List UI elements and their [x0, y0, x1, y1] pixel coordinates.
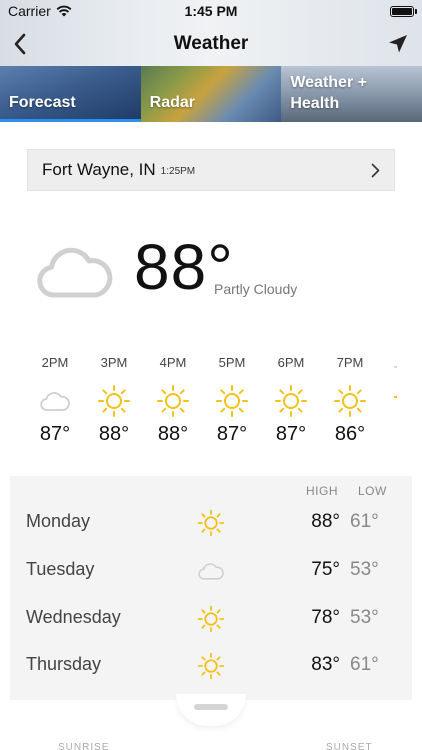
day-high-temp: 83°	[311, 654, 340, 675]
back-button[interactable]	[6, 30, 34, 58]
drag-handle-icon	[194, 704, 228, 710]
location-arrow-icon	[389, 35, 407, 53]
day-low-temp: 61°	[350, 511, 379, 532]
cloud-icon	[196, 556, 226, 586]
hour-temp: 86°	[334, 423, 366, 445]
expand-handle[interactable]	[176, 694, 246, 726]
hour-temp: 87°	[275, 423, 307, 445]
current-condition: Partly Cloudy	[214, 281, 298, 297]
sun-icon	[196, 604, 226, 634]
hour-item: 7PM 86°	[325, 355, 375, 446]
low-column-header: LOW	[358, 484, 387, 498]
hour-time: 6PM	[277, 355, 305, 370]
tab-weather-health-label: Weather + Health	[290, 74, 367, 112]
cloud-icon	[37, 244, 113, 305]
day-high-temp: 75°	[311, 559, 340, 580]
status-bar: Carrier 1:45 PM	[0, 0, 422, 22]
tab-radar-label: Radar	[149, 94, 196, 111]
location-updated-time: 1:25PM	[160, 166, 196, 177]
daily-row[interactable]: Thursday 83° 61°	[10, 642, 412, 690]
hour-item: 3PM 88°	[89, 355, 139, 446]
hour-time: 7PM	[336, 355, 364, 370]
day-high-temp: 78°	[311, 607, 340, 628]
sun-icon	[325, 380, 375, 422]
sunset-label: SUNSET	[326, 742, 373, 750]
page-title: Weather	[173, 33, 249, 54]
location-button[interactable]	[384, 30, 412, 58]
hour-item: 5PM 87°	[207, 355, 257, 446]
day-low-temp: 53°	[350, 607, 379, 628]
current-conditions: 88° Partly Cloudy	[0, 230, 422, 310]
location-city: Fort Wayne, IN	[42, 160, 156, 179]
hour-time: 3PM	[100, 355, 128, 370]
hour-item-partial	[394, 355, 422, 440]
day-name: Tuesday	[26, 559, 95, 579]
day-high-temp: 88°	[311, 511, 340, 532]
hour-time: 5PM	[218, 355, 246, 370]
sun-icon	[148, 380, 198, 422]
sunrise-label: SUNRISE	[58, 742, 110, 750]
day-name: Monday	[26, 511, 91, 531]
daily-row[interactable]: Wednesday 78° 53°	[10, 595, 412, 643]
high-column-header: HIGH	[306, 484, 338, 498]
day-low-temp: 53°	[350, 559, 379, 580]
tab-active-indicator	[0, 119, 141, 122]
hour-time: 2PM	[41, 355, 69, 370]
chevron-right-icon	[371, 163, 380, 178]
wifi-icon	[56, 5, 72, 17]
hour-temp: 87°	[39, 423, 71, 445]
daily-row[interactable]: Monday 88° 61°	[10, 499, 412, 547]
hour-item: 6PM 87°	[266, 355, 316, 446]
daily-row[interactable]: Tuesday 75° 53°	[10, 547, 412, 595]
hour-item: 4PM 88°	[148, 355, 198, 446]
cloud-icon	[30, 380, 80, 422]
hour-temp: 88°	[157, 423, 189, 445]
tab-forecast[interactable]: Forecast	[0, 66, 141, 122]
hour-item: 2PM 87°	[30, 355, 80, 446]
sun-icon	[196, 508, 226, 538]
daily-forecast: HIGH LOW Monday 88° 61° Tuesday 75° 53° …	[10, 476, 412, 700]
section-tabs: Forecast Radar Weather + Health	[0, 66, 422, 122]
hourly-forecast: 2PM 87° 3PM 88° 4PM 88° 5PM 87° 6PM 87° …	[0, 355, 422, 455]
tab-weather-health[interactable]: Weather + Health	[281, 66, 422, 122]
sun-icon	[196, 651, 226, 681]
battery-icon	[390, 5, 417, 17]
nav-bar: Weather	[0, 22, 422, 66]
tab-forecast-label: Forecast	[9, 94, 76, 111]
sun-times: SUNRISE SUNSET	[0, 742, 422, 750]
tab-radar[interactable]: Radar	[140, 66, 282, 122]
day-low-temp: 61°	[350, 654, 379, 675]
status-left: Carrier	[8, 3, 72, 19]
sun-icon	[89, 380, 139, 422]
hour-temp: 87°	[216, 423, 248, 445]
hour-temp: 88°	[98, 423, 130, 445]
location-selector[interactable]: Fort Wayne, IN 1:25PM	[27, 149, 395, 191]
sun-icon	[394, 366, 397, 398]
carrier-label: Carrier	[8, 3, 51, 19]
day-name: Thursday	[26, 654, 102, 674]
sun-icon	[207, 380, 257, 422]
chevron-left-icon	[14, 33, 26, 55]
day-name: Wednesday	[26, 607, 121, 627]
hour-time: 4PM	[159, 355, 187, 370]
sun-icon	[266, 380, 316, 422]
